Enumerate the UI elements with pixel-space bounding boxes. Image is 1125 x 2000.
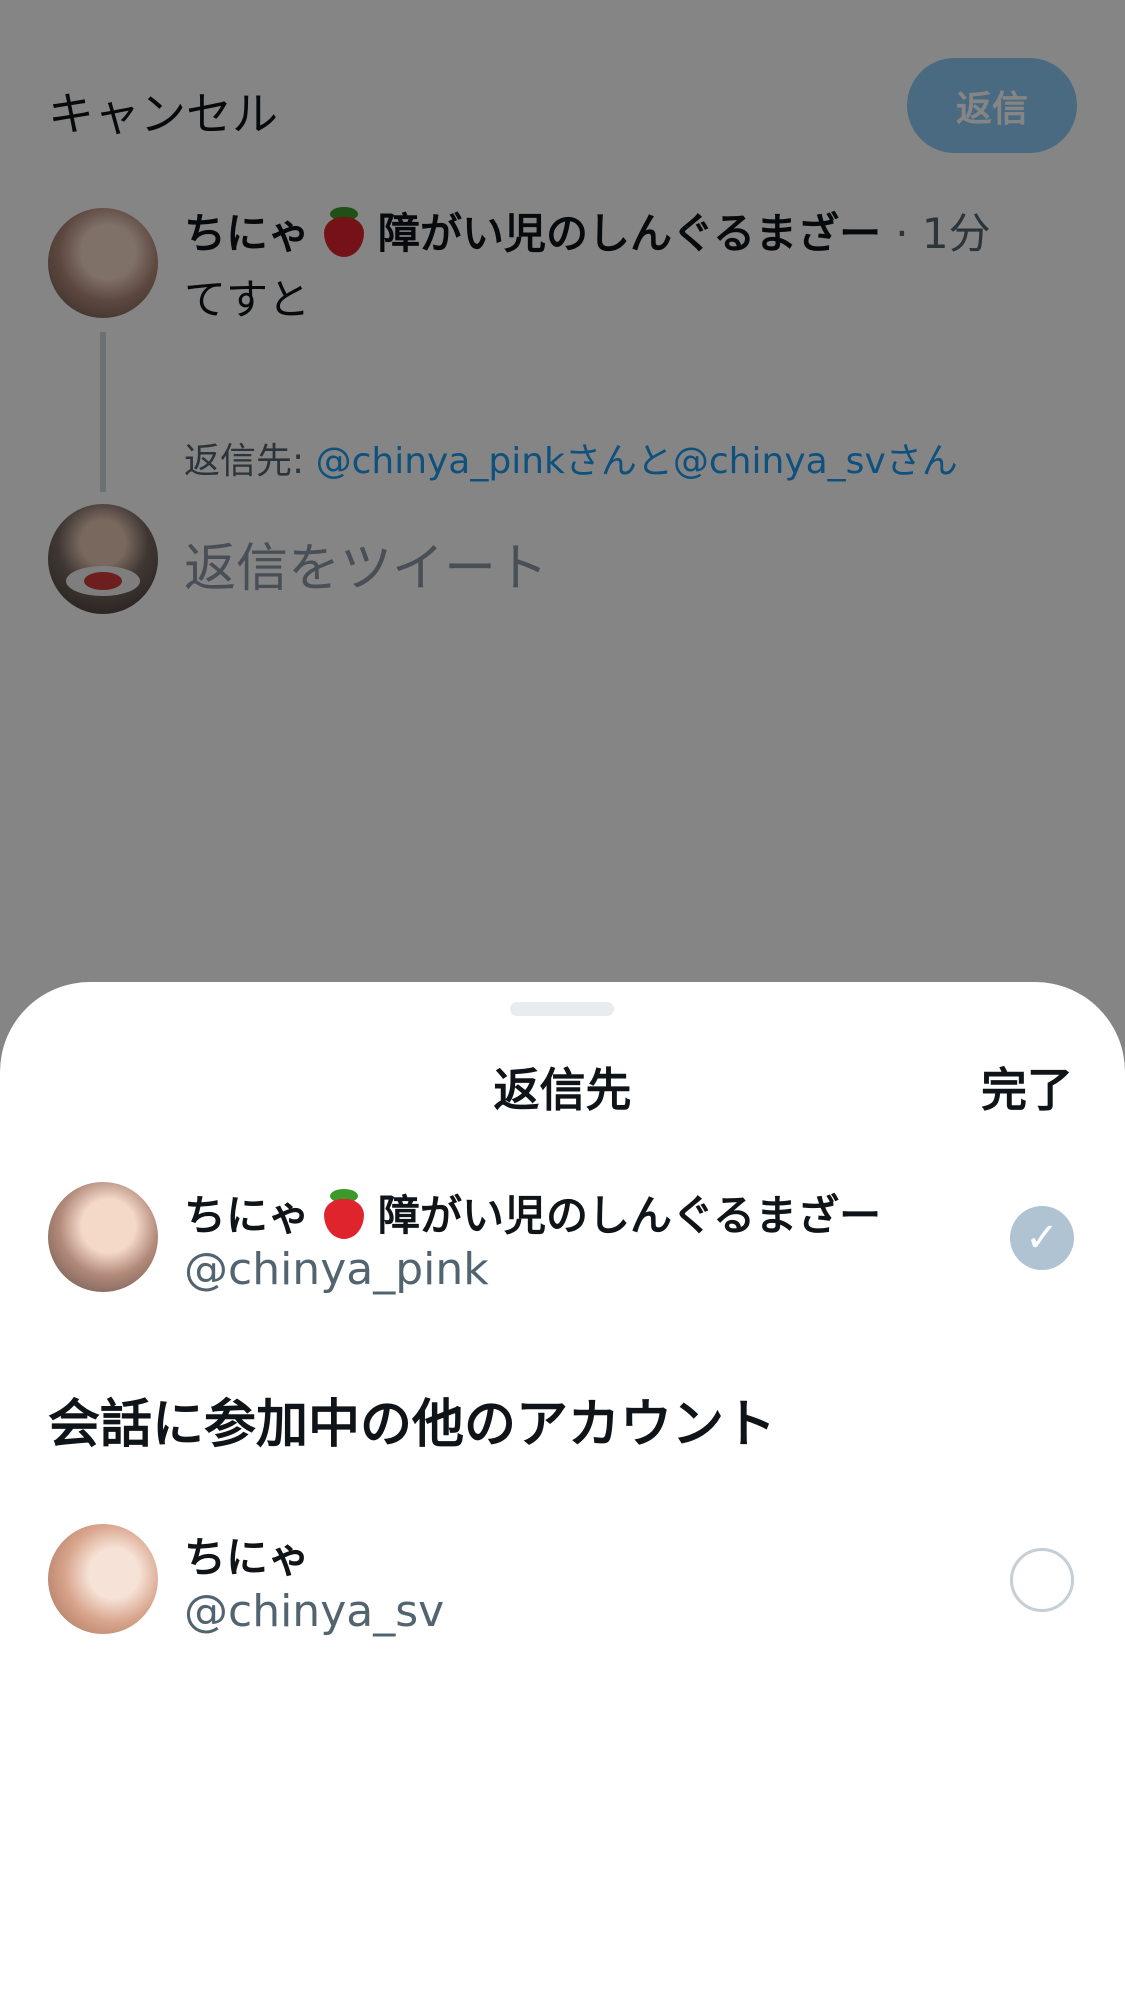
account-name-suffix: 障がい児のしんぐるまざー	[378, 1191, 882, 1240]
unchecked-radio-icon[interactable]	[1010, 1548, 1074, 1612]
account-avatar	[48, 1182, 158, 1292]
sheet-grabber[interactable]	[510, 1002, 614, 1016]
account-avatar	[48, 1524, 158, 1634]
sheet-title: 返信先	[493, 1063, 632, 1117]
account-handle: @chinya_pink	[184, 1244, 489, 1295]
account-row-other[interactable]: ちにゃ @chinya_sv	[0, 1524, 1125, 1654]
section-heading: 会話に参加中の他のアカウント	[48, 1395, 777, 1455]
check-icon[interactable]: ✓	[1010, 1206, 1074, 1270]
strawberry-emoji-icon	[320, 1187, 368, 1239]
account-row-primary[interactable]: ちにゃ 障がい児のしんぐるまざー @chinya_pink ✓	[0, 1182, 1125, 1312]
account-name-text: ちにゃ	[184, 1191, 311, 1240]
account-name: ちにゃ	[184, 1533, 311, 1582]
account-handle: @chinya_sv	[184, 1586, 445, 1637]
reply-to-sheet: 返信先 完了 ちにゃ 障がい児のしんぐるまざー @chinya_pink ✓ 会…	[0, 982, 1125, 2000]
account-name: ちにゃ 障がい児のしんぐるまざー	[184, 1182, 881, 1243]
done-button[interactable]: 完了	[981, 1054, 1073, 1120]
